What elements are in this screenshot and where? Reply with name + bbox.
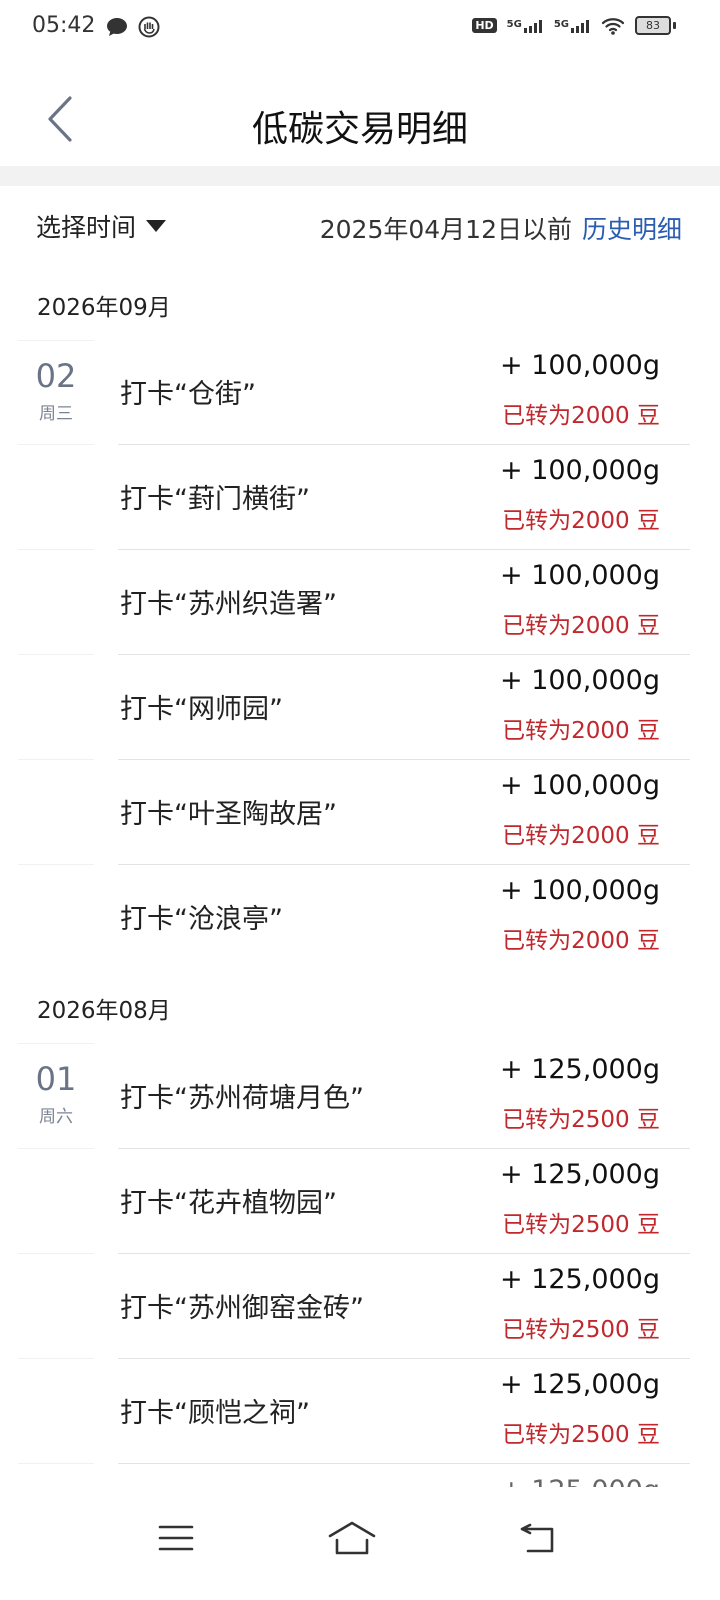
transaction-amount: + 100,000g <box>500 455 660 486</box>
transaction-title: 打卡“仓街” <box>120 379 256 410</box>
select-time-dropdown[interactable]: 选择时间 <box>36 208 167 244</box>
filter-bar: 选择时间 2025年04月12日以前 历史明细 <box>0 190 720 270</box>
hand-badge-icon <box>138 16 160 38</box>
transaction-row[interactable]: 打卡“网师园” + 100,000g 已转为2000 豆 <box>118 655 690 760</box>
weekday-label: 周三 <box>39 404 73 424</box>
transaction-amount: + 125,000g <box>500 1475 660 1487</box>
battery-icon: 83 <box>635 16 676 35</box>
date-block: 02 周三 <box>18 340 94 445</box>
transaction-row[interactable]: 打卡“仓街” + 100,000g 已转为2000 豆 <box>118 340 690 445</box>
transaction-amount: + 100,000g <box>500 560 660 591</box>
home-icon <box>328 1521 376 1555</box>
beans-converted: 已转为2500 豆 <box>502 1317 660 1343</box>
transaction-amount: + 125,000g <box>500 1054 660 1085</box>
weekday-label: 周六 <box>39 1107 73 1127</box>
return-icon <box>520 1523 554 1553</box>
cutoff-date-text: 2025年04月12日以前 <box>319 215 572 244</box>
beans-converted: 已转为2000 豆 <box>502 403 660 429</box>
back-nav-button[interactable] <box>508 1508 568 1568</box>
page-title: 低碳交易明细 <box>251 109 468 150</box>
transaction-row[interactable]: 打卡“葑门横街” + 100,000g 已转为2000 豆 <box>118 445 690 550</box>
title-bar: 低碳交易明细 <box>0 56 720 166</box>
beans-converted: 已转为2000 豆 <box>502 718 660 744</box>
month-header: 2026年08月 <box>37 998 171 1024</box>
beans-converted: 已转为2500 豆 <box>502 1422 660 1448</box>
beans-converted: 已转为2500 豆 <box>502 1212 660 1238</box>
transaction-row[interactable]: 打卡“沧浪亭” + 100,000g 已转为2000 豆 <box>118 865 690 969</box>
select-time-label: 选择时间 <box>36 213 137 242</box>
status-time: 05:42 <box>32 13 96 38</box>
transaction-row-partial[interactable]: + 125,000g <box>118 1465 690 1487</box>
transaction-title: 打卡“网师园” <box>120 694 283 725</box>
caret-down-icon <box>146 220 167 232</box>
transaction-title: 打卡“顾恺之祠” <box>120 1398 310 1429</box>
date-block: 01 周六 <box>18 1043 94 1148</box>
menu-icon <box>158 1525 194 1551</box>
signal-2-icon: 5G <box>554 19 591 33</box>
transaction-row[interactable]: 打卡“顾恺之祠” + 125,000g 已转为2500 豆 <box>118 1359 690 1464</box>
history-link[interactable]: 历史明细 <box>582 210 682 246</box>
beans-converted: 已转为2000 豆 <box>502 823 660 849</box>
transaction-amount: + 100,000g <box>500 770 660 801</box>
transaction-row[interactable]: 打卡“苏州织造署” + 100,000g 已转为2000 豆 <box>118 550 690 655</box>
wifi-icon <box>601 17 625 35</box>
chat-bubble-icon <box>107 18 127 36</box>
transaction-amount: + 100,000g <box>500 665 660 696</box>
transaction-title: 打卡“苏州荷塘月色” <box>120 1083 364 1114</box>
day-number: 02 <box>35 357 77 395</box>
transaction-row[interactable]: 打卡“苏州荷塘月色” + 125,000g 已转为2500 豆 <box>118 1044 690 1149</box>
transaction-title: 打卡“苏州织造署” <box>120 589 337 620</box>
transaction-title: 打卡“沧浪亭” <box>120 904 283 935</box>
beans-converted: 已转为2000 豆 <box>502 928 660 954</box>
month-header: 2026年09月 <box>37 295 171 321</box>
transaction-amount: + 100,000g <box>500 875 660 906</box>
transaction-row[interactable]: 打卡“花卉植物园” + 125,000g 已转为2500 豆 <box>118 1149 690 1254</box>
transaction-row[interactable]: 打卡“苏州御窑金砖” + 125,000g 已转为2500 豆 <box>118 1254 690 1359</box>
beans-converted: 已转为2000 豆 <box>502 613 660 639</box>
transaction-title: 打卡“叶圣陶故居” <box>120 799 337 830</box>
beans-converted: 已转为2500 豆 <box>502 1107 660 1133</box>
beans-converted: 已转为2000 豆 <box>502 508 660 534</box>
menu-nav-button[interactable] <box>146 1508 206 1568</box>
transaction-title: 打卡“花卉植物园” <box>120 1188 337 1219</box>
home-nav-button[interactable] <box>322 1508 382 1568</box>
signal-1-icon: 5G <box>507 19 544 33</box>
transaction-row[interactable]: 打卡“叶圣陶故居” + 100,000g 已转为2000 豆 <box>118 760 690 865</box>
transaction-amount: + 125,000g <box>500 1369 660 1400</box>
day-number: 01 <box>35 1060 77 1098</box>
transaction-title: 打卡“葑门横街” <box>120 484 310 515</box>
status-bar: 05:42 HD 5G 5G 83 <box>0 0 720 56</box>
system-nav-bar <box>0 1488 720 1600</box>
hd-badge-icon: HD <box>472 18 497 33</box>
transaction-title: 打卡“苏州御窑金砖” <box>120 1293 364 1324</box>
transaction-amount: + 125,000g <box>500 1159 660 1190</box>
transaction-amount: + 125,000g <box>500 1264 660 1295</box>
section-divider <box>0 166 720 186</box>
transaction-amount: + 100,000g <box>500 350 660 381</box>
